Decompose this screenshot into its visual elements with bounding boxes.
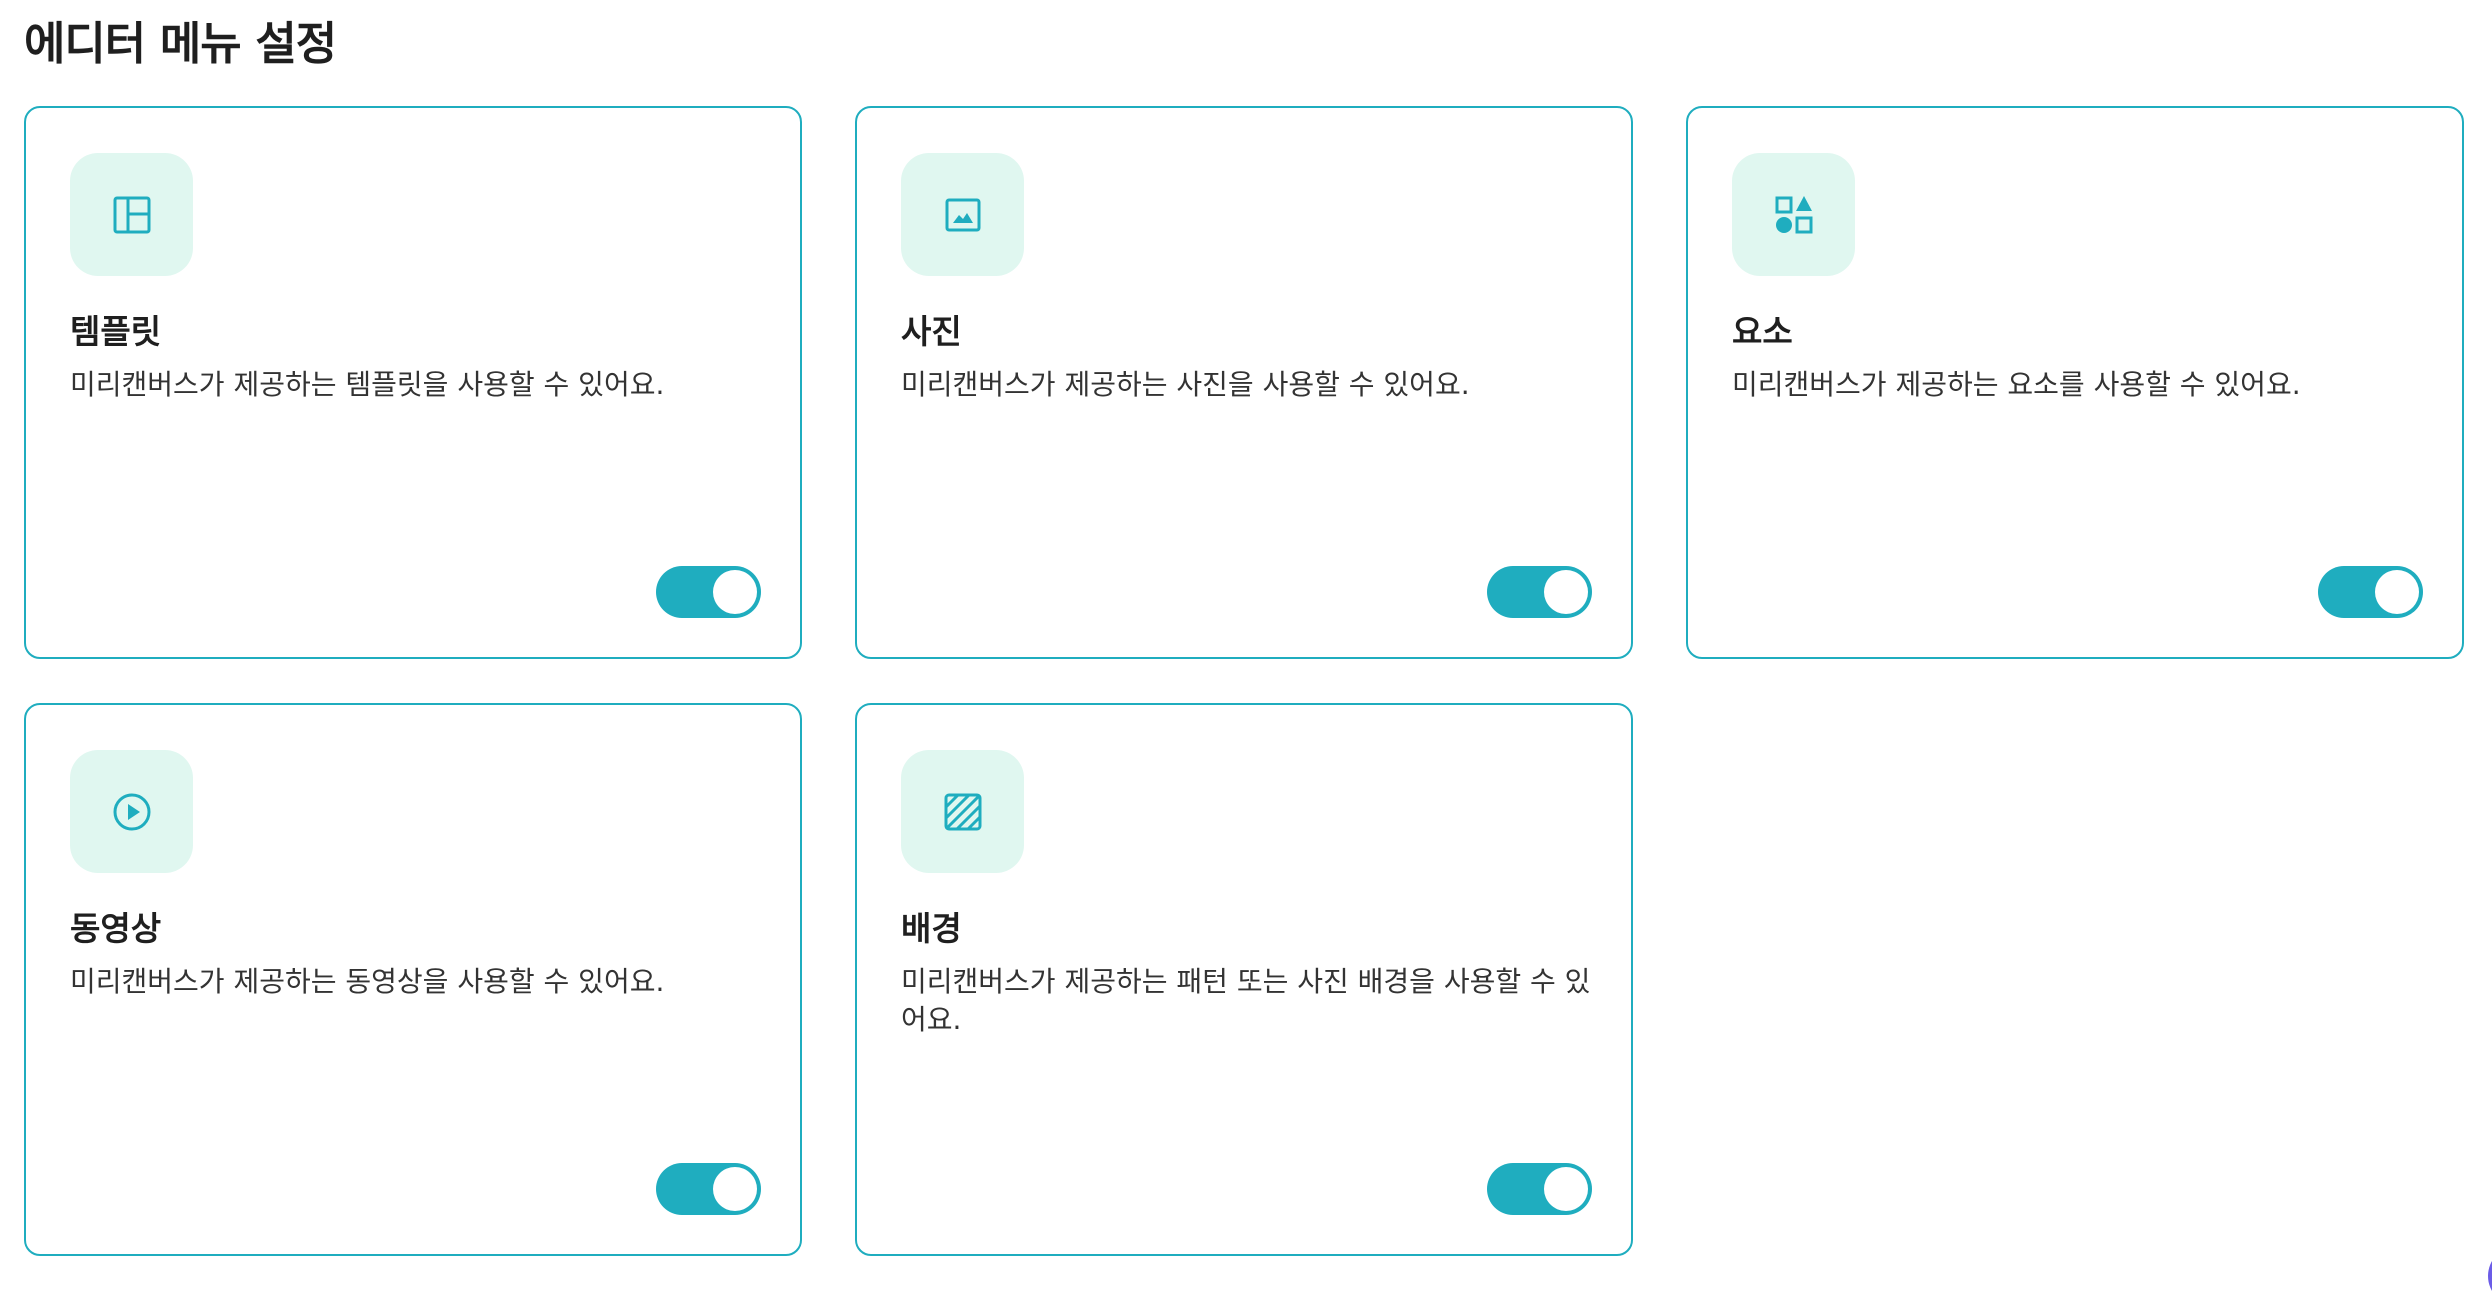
photo-toggle[interactable] <box>1487 566 1592 618</box>
card-title: 배경 <box>901 909 962 948</box>
floating-help-button[interactable] <box>2488 1246 2492 1306</box>
image-icon <box>901 153 1024 276</box>
element-toggle[interactable] <box>2318 566 2423 618</box>
pattern-background-icon <box>901 750 1024 873</box>
toggle-knob <box>713 1167 757 1211</box>
page-title: 에디터 메뉴 설정 <box>24 17 337 70</box>
editor-menu-card-grid: 템플릿 미리캔버스가 제공하는 템플릿을 사용할 수 있어요. 사진 미리캔버스… <box>24 106 2464 1256</box>
menu-card-background: 배경 미리캔버스가 제공하는 패턴 또는 사진 배경을 사용할 수 있어요. <box>855 703 1633 1256</box>
menu-card-photo: 사진 미리캔버스가 제공하는 사진을 사용할 수 있어요. <box>855 106 1633 659</box>
background-toggle[interactable] <box>1487 1163 1592 1215</box>
card-description: 미리캔버스가 제공하는 패턴 또는 사진 배경을 사용할 수 있어요. <box>901 965 1591 1036</box>
toggle-knob <box>1544 1167 1588 1211</box>
card-description: 미리캔버스가 제공하는 요소를 사용할 수 있어요. <box>1732 368 2301 401</box>
menu-card-template: 템플릿 미리캔버스가 제공하는 템플릿을 사용할 수 있어요. <box>24 106 802 659</box>
toggle-knob <box>713 570 757 614</box>
shapes-icon <box>1732 153 1855 276</box>
toggle-knob <box>2375 570 2419 614</box>
toggle-knob <box>1544 570 1588 614</box>
card-title: 사진 <box>901 312 962 351</box>
play-circle-icon <box>70 750 193 873</box>
menu-card-element: 요소 미리캔버스가 제공하는 요소를 사용할 수 있어요. <box>1686 106 2464 659</box>
video-toggle[interactable] <box>656 1163 761 1215</box>
card-description: 미리캔버스가 제공하는 템플릿을 사용할 수 있어요. <box>70 368 665 401</box>
card-title: 템플릿 <box>70 312 162 351</box>
menu-card-video: 동영상 미리캔버스가 제공하는 동영상을 사용할 수 있어요. <box>24 703 802 1256</box>
card-title: 동영상 <box>70 909 162 948</box>
layout-template-icon <box>70 153 193 276</box>
card-title: 요소 <box>1732 312 1793 351</box>
card-description: 미리캔버스가 제공하는 사진을 사용할 수 있어요. <box>901 368 1470 401</box>
card-description: 미리캔버스가 제공하는 동영상을 사용할 수 있어요. <box>70 965 665 998</box>
template-toggle[interactable] <box>656 566 761 618</box>
